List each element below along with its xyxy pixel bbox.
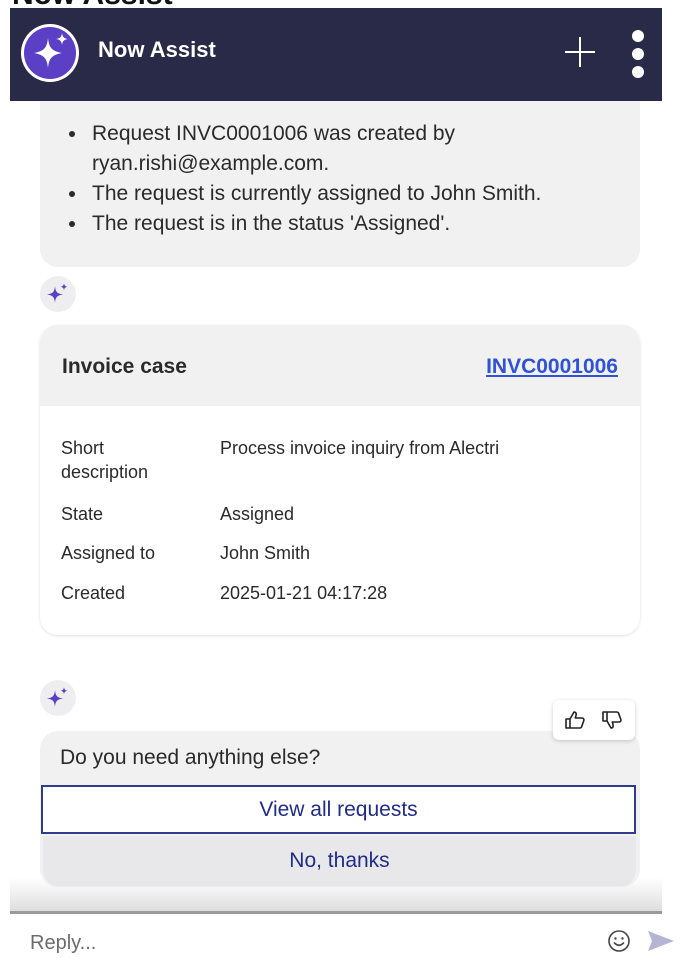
field-label-state: State bbox=[61, 504, 104, 524]
new-chat-button[interactable] bbox=[562, 34, 598, 70]
kebab-menu-icon[interactable] bbox=[628, 30, 648, 78]
followup-question: Do you need anything else? bbox=[60, 746, 321, 769]
thumbs-down-icon[interactable] bbox=[601, 710, 623, 730]
field-label-assigned-to: Assigned to bbox=[61, 543, 156, 563]
list-item: The request is in the status 'Assigned'. bbox=[88, 209, 648, 239]
composer-divider bbox=[10, 911, 662, 914]
field-label-created: Created bbox=[61, 583, 126, 603]
assistant-summary-message: Request INVC0001006 was created by ryan.… bbox=[40, 101, 640, 267]
page-title-cut-off: Now Assist bbox=[0, 0, 685, 8]
sparkle-icon bbox=[40, 680, 76, 716]
field-value-state: Assigned bbox=[220, 504, 295, 524]
card-header: Invoice case INVC0001006 bbox=[40, 325, 640, 406]
field-value-short-description: Process invoice inquiry from Alectri bbox=[220, 438, 500, 458]
record-number-link[interactable]: INVC0001006 bbox=[486, 355, 618, 379]
smiley-icon[interactable] bbox=[607, 929, 631, 953]
list-item: The request is currently assigned to Joh… bbox=[88, 179, 648, 209]
plus-icon bbox=[565, 37, 595, 67]
chat-header: Now Assist bbox=[10, 8, 662, 101]
field-label-short-description: Short description bbox=[61, 438, 149, 482]
sparkle-icon bbox=[40, 276, 76, 312]
summary-list: Request INVC0001006 was created by ryan.… bbox=[66, 119, 648, 239]
view-all-requests-button[interactable]: View all requests bbox=[41, 785, 636, 834]
reply-input[interactable] bbox=[30, 928, 570, 958]
field-value-assigned-to: John Smith bbox=[220, 543, 311, 563]
send-icon[interactable] bbox=[647, 930, 675, 952]
card-title: Invoice case bbox=[62, 355, 187, 378]
sparkle-logo-icon bbox=[21, 24, 79, 82]
thumbs-up-icon[interactable] bbox=[564, 710, 586, 730]
composer-shadow bbox=[10, 878, 662, 912]
field-value-created: 2025-01-21 04:17:28 bbox=[220, 583, 388, 603]
invoice-record-card: Invoice case INVC0001006 Short descripti… bbox=[40, 325, 640, 635]
header-title: Now Assist bbox=[98, 37, 216, 62]
feedback-toolbar bbox=[553, 700, 635, 740]
list-item: Request INVC0001006 was created by ryan.… bbox=[88, 119, 648, 179]
